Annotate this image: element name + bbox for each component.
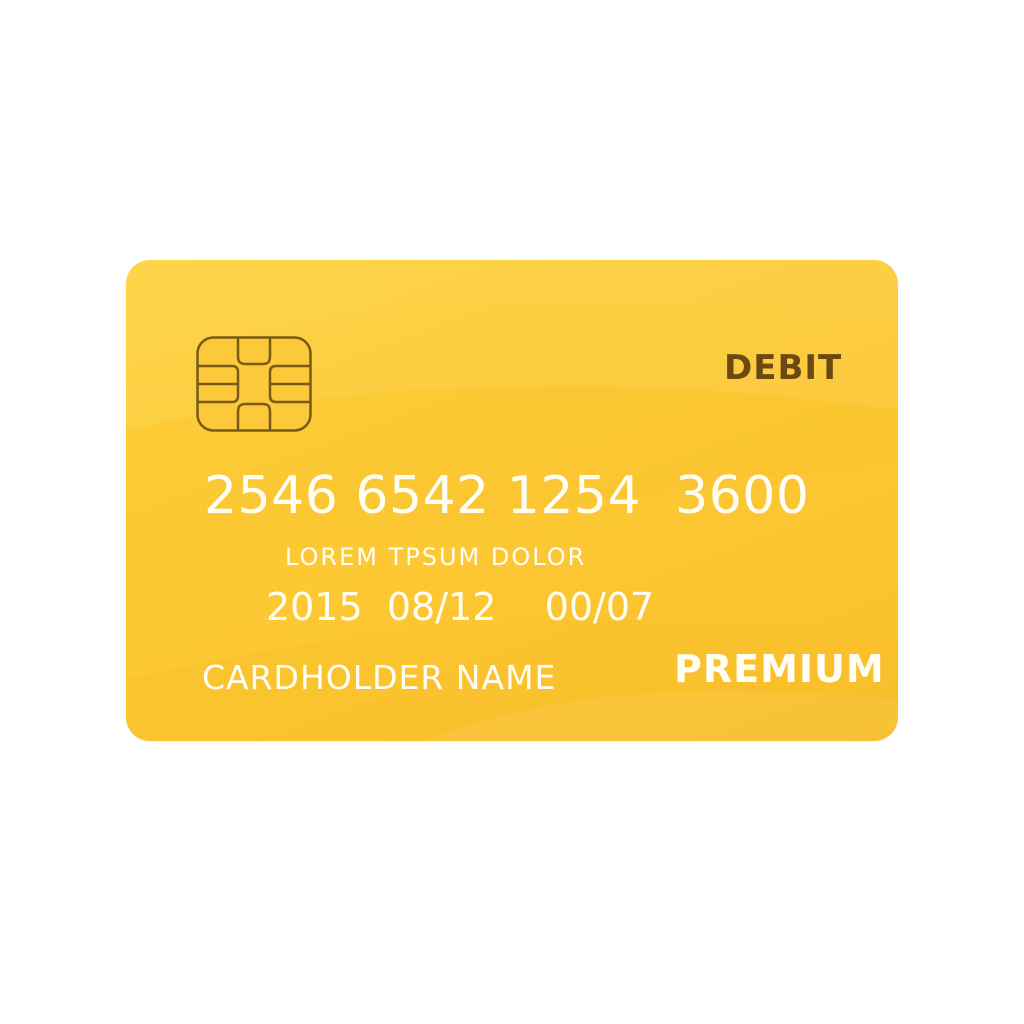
cardholder-name: CARDHOLDER NAME [202,658,557,697]
card-tagline: LOREM TPSUM DOLOR [285,543,587,571]
debit-card: DEBIT 2546 6542 1254 3600 LOREM TPSUM DO… [126,260,898,741]
card-number: 2546 6542 1254 3600 [204,466,810,526]
emv-chip-icon [196,336,312,432]
card-tier-label: PREMIUM [674,647,885,691]
card-type-label: DEBIT [724,348,843,388]
card-dates: 2015 08/12 00/07 [266,585,655,629]
